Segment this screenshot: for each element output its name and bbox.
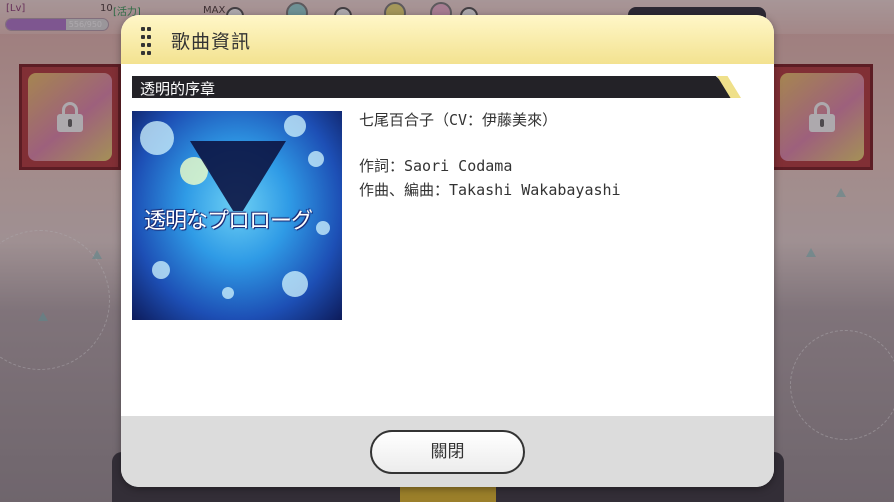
grip-icon [141, 27, 153, 55]
song-title-bar [132, 76, 740, 98]
dialog-title: 歌曲資訊 [171, 31, 252, 53]
composer-text: 作曲、編曲：Takashi Wakabayashi [359, 181, 621, 199]
close-button[interactable]: 關閉 [370, 430, 525, 474]
song-title: 透明的序章 [140, 80, 216, 98]
song-info-dialog: 歌曲資訊 透明的序章 透明なプロローグ 七尾百合子（CV：伊藤美來） 作詞：Sa… [121, 15, 774, 487]
album-art: 透明なプロローグ [132, 111, 342, 320]
singer-text: 七尾百合子（CV：伊藤美來） [359, 111, 558, 129]
album-art-title: 透明なプロローグ [144, 209, 313, 234]
dialog-header: 歌曲資訊 [121, 15, 774, 64]
lyricist-text: 作詞：Saori Codama [359, 157, 513, 175]
